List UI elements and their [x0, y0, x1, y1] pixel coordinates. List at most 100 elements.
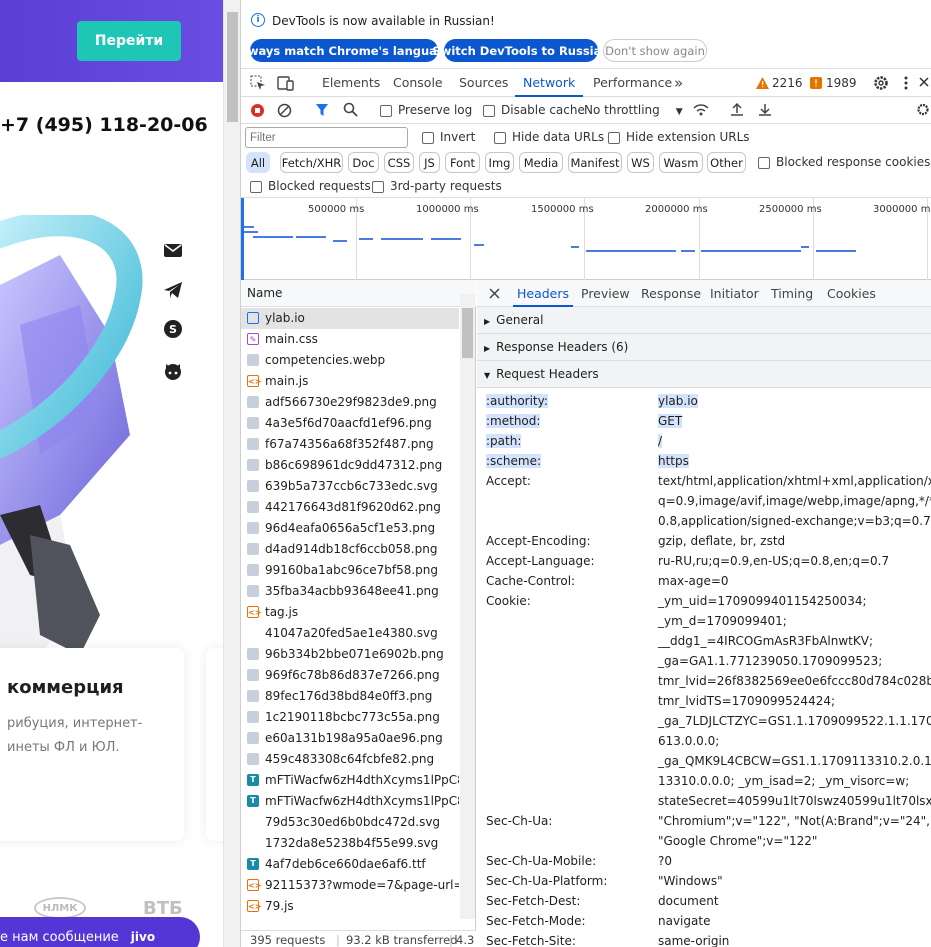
- request-row[interactable]: <> tag.js: [241, 602, 459, 623]
- request-row[interactable]: 99160ba1abc96ce7bf58.png: [241, 560, 459, 581]
- more-tabs-button[interactable]: »: [674, 69, 683, 97]
- export-har-icon[interactable]: [758, 102, 772, 117]
- request-row[interactable]: TmFTiWacfw6zH4dthXcyms1lPpC8l_...: [241, 791, 459, 812]
- service-card[interactable]: коммерция рибуция, интернет- инеты ФЛ и …: [0, 648, 184, 841]
- request-row[interactable]: TmFTiWacfw6zH4dthXcyms1lPpC8l_...: [241, 770, 459, 791]
- settings-gear-icon[interactable]: [873, 75, 889, 91]
- warning-count[interactable]: 2216: [772, 69, 803, 97]
- tab-preview[interactable]: Preview: [581, 280, 630, 307]
- record-stop-icon[interactable]: [250, 103, 265, 118]
- telegram-icon[interactable]: [162, 279, 184, 301]
- request-row[interactable]: d4ad914db18cf6ccb058.png: [241, 539, 459, 560]
- page-scrollbar[interactable]: [223, 0, 240, 947]
- type-filter-fetch-xhr[interactable]: Fetch/XHR: [280, 152, 343, 173]
- tab-elements[interactable]: Elements: [322, 69, 380, 97]
- tab-headers[interactable]: Headers: [513, 280, 574, 307]
- tab-sources[interactable]: Sources: [459, 69, 508, 97]
- checkbox-box[interactable]: [250, 180, 262, 193]
- type-filter-other[interactable]: Other: [707, 152, 746, 173]
- type-filter-font[interactable]: Font: [445, 152, 480, 173]
- chat-widget-button[interactable]: е нам сообщение jivo: [0, 917, 200, 947]
- checkbox-box[interactable]: [372, 180, 384, 193]
- request-row[interactable]: 969f6c78b86d837e7266.png: [241, 665, 459, 686]
- clear-icon[interactable]: [277, 103, 292, 118]
- request-row[interactable]: competencies.webp: [241, 350, 459, 371]
- request-row[interactable]: 96b334b2bbe071e6902b.png: [241, 644, 459, 665]
- checkbox-box[interactable]: [483, 104, 495, 117]
- type-filter-js[interactable]: JS: [419, 152, 440, 173]
- type-filter-css[interactable]: CSS: [384, 152, 414, 173]
- close-icon[interactable]: [489, 288, 500, 299]
- request-list-scrollbar-thumb[interactable]: [462, 308, 473, 358]
- request-row[interactable]: 41047a20fed5ae1e4380.svg: [241, 623, 459, 644]
- filter-input[interactable]: [245, 127, 408, 148]
- type-filter-manifest[interactable]: Manifest: [568, 152, 622, 173]
- blocked-response-cookies-checkbox[interactable]: Blocked response cookies: [758, 155, 930, 169]
- inspect-element-icon[interactable]: [250, 75, 266, 91]
- go-button[interactable]: Перейти: [77, 21, 181, 61]
- request-row[interactable]: ylab.io: [241, 308, 459, 329]
- tab-console[interactable]: Console: [393, 69, 443, 97]
- import-har-icon[interactable]: [730, 102, 744, 117]
- tab-initiator[interactable]: Initiator: [710, 280, 759, 307]
- request-row[interactable]: <> main.js: [241, 371, 459, 392]
- request-row[interactable]: 4a3e5f6d70aacfd1ef96.png: [241, 413, 459, 434]
- skype-icon[interactable]: S: [162, 318, 184, 340]
- request-row[interactable]: 35fba34acbb93648ee41.png: [241, 581, 459, 602]
- request-row[interactable]: <> 79.js: [241, 896, 459, 917]
- preserve-log-checkbox[interactable]: Preserve log: [380, 103, 472, 117]
- service-card-partial[interactable]: [206, 648, 223, 841]
- request-row[interactable]: 442176643d81f9620d62.png: [241, 497, 459, 518]
- network-settings-icon[interactable]: [916, 102, 930, 117]
- request-row[interactable]: 89fec176d38bd84e0ff3.png: [241, 686, 459, 707]
- tab-performance[interactable]: Performance: [593, 69, 672, 97]
- timeline-handle[interactable]: [241, 198, 244, 280]
- dont-show-again-button[interactable]: Don't show again: [603, 39, 707, 62]
- issue-count[interactable]: 1989: [826, 69, 857, 97]
- request-row[interactable]: adf566730e29f9823de9.png: [241, 392, 459, 413]
- section-request-headers[interactable]: ▼ Request Headers: [477, 361, 931, 388]
- tab-cookies[interactable]: Cookies: [827, 280, 876, 307]
- request-row[interactable]: 1732da8e5238b4f55e99.svg: [241, 833, 459, 854]
- request-row[interactable]: 79d53c30ed6b0bdc472d.svg: [241, 812, 459, 833]
- type-filter-ws[interactable]: WS: [627, 152, 654, 173]
- checkbox-box[interactable]: [758, 156, 770, 169]
- request-row[interactable]: ✎ main.css: [241, 329, 459, 350]
- match-language-button[interactable]: Always match Chrome's language: [241, 39, 453, 62]
- tab-response[interactable]: Response: [641, 280, 701, 307]
- throttling-select[interactable]: No throttling ▼: [584, 103, 683, 117]
- hide-data-urls-checkbox[interactable]: Hide data URLs: [494, 130, 604, 144]
- checkbox-box[interactable]: [608, 131, 620, 144]
- device-toolbar-icon[interactable]: [277, 75, 295, 91]
- close-devtools-icon[interactable]: [918, 76, 930, 88]
- hide-extension-urls-checkbox[interactable]: Hide extension URLs: [608, 130, 750, 144]
- disable-cache-checkbox[interactable]: Disable cache: [483, 103, 585, 117]
- switch-language-button[interactable]: Switch DevTools to Russian: [432, 39, 610, 62]
- checkbox-box[interactable]: [494, 131, 506, 144]
- invert-checkbox[interactable]: Invert: [422, 130, 475, 144]
- phone-number[interactable]: +7 (495) 118-20-06: [0, 114, 208, 136]
- request-row[interactable]: e60a131b198a95a0ae96.png: [241, 728, 459, 749]
- mail-icon[interactable]: [162, 239, 184, 261]
- filter-icon[interactable]: [315, 103, 329, 117]
- github-icon[interactable]: [162, 360, 184, 382]
- request-row[interactable]: f67a74356a68f352f487.png: [241, 434, 459, 455]
- request-row[interactable]: 1c2190118bcbc773c55a.png: [241, 707, 459, 728]
- request-row[interactable]: 96d4eafa0656a5cf1e53.png: [241, 518, 459, 539]
- tab-timing[interactable]: Timing: [771, 280, 813, 307]
- third-party-requests-checkbox[interactable]: 3rd-party requests: [372, 179, 502, 193]
- request-list-scrollbar[interactable]: [460, 294, 475, 919]
- column-header-name[interactable]: Name: [241, 280, 476, 307]
- request-row[interactable]: 639b5a737ccb6c733edc.svg: [241, 476, 459, 497]
- request-row[interactable]: <>92115373?wmode=7&page-url=ht...: [241, 875, 459, 896]
- network-conditions-icon[interactable]: [693, 103, 709, 117]
- request-row[interactable]: T 4af7deb6ce660dae6af6.ttf: [241, 854, 459, 875]
- blocked-requests-checkbox[interactable]: Blocked requests: [250, 179, 371, 193]
- request-row[interactable]: b86c698961dc9dd47312.png: [241, 455, 459, 476]
- request-row[interactable]: 459c483308c64fcbfe82.png: [241, 749, 459, 770]
- tab-network[interactable]: Network: [515, 69, 584, 97]
- type-filter-wasm[interactable]: Wasm: [659, 152, 703, 173]
- page-scrollbar-thumb[interactable]: [227, 12, 238, 122]
- section-response-headers[interactable]: ▶ Response Headers (6): [477, 334, 931, 361]
- section-general[interactable]: ▶ General: [477, 307, 931, 334]
